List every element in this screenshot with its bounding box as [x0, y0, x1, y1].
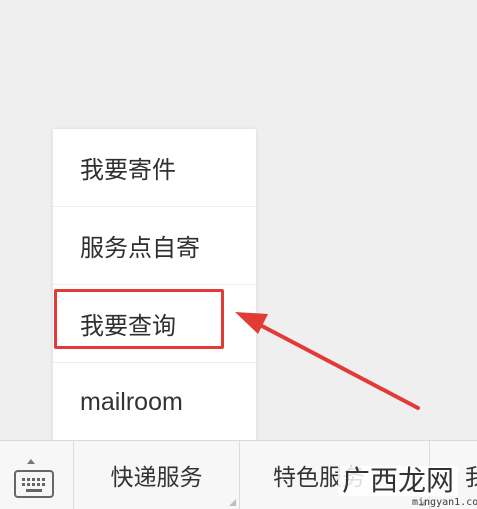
watermark-logo: 广西龙网: [338, 466, 459, 496]
submenu-indicator-icon: [229, 499, 236, 506]
tab-express-service[interactable]: 快递服务: [74, 441, 240, 509]
watermark-url: mingyan1.com: [412, 497, 477, 508]
keyboard-icon: [14, 470, 54, 498]
caret-up-icon: [27, 459, 35, 464]
red-arrow-icon: [235, 312, 420, 410]
keyboard-toggle-button[interactable]: [0, 441, 74, 509]
tab-label: 快递服务: [110, 465, 203, 491]
tab-label: 我: [465, 465, 477, 491]
